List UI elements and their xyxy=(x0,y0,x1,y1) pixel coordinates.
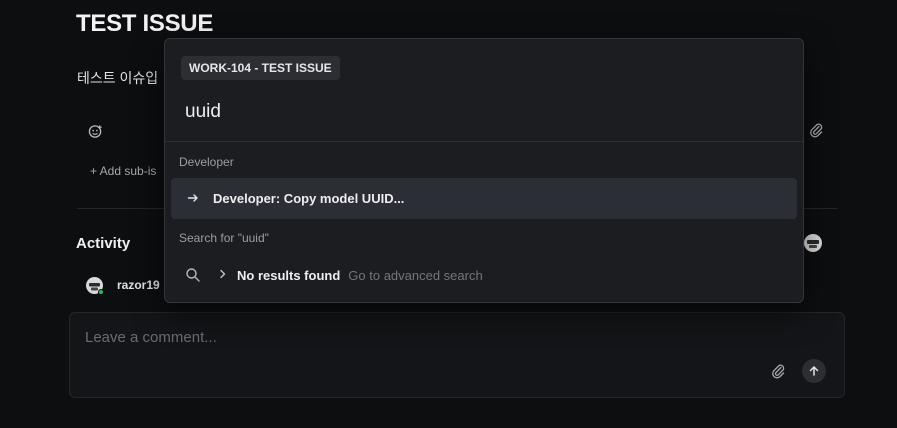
context-chip: WORK-104 - TEST ISSUE xyxy=(181,56,340,80)
palette-divider xyxy=(165,141,803,142)
add-reaction-button[interactable] xyxy=(86,122,104,140)
paperclip-icon[interactable] xyxy=(770,363,786,379)
chevron-right-icon xyxy=(219,268,231,282)
advanced-search-row[interactable]: No results found Go to advanced search xyxy=(185,265,483,285)
send-comment-button[interactable] xyxy=(802,359,826,383)
comment-input[interactable] xyxy=(85,329,685,346)
search-icon xyxy=(186,268,200,282)
arrow-right-icon xyxy=(187,191,205,207)
advanced-search-link[interactable]: Go to advanced search xyxy=(348,268,482,283)
paperclip-icon[interactable] xyxy=(808,122,824,138)
activity-username[interactable]: razor19 xyxy=(117,278,160,292)
search-for-label: Search for "uuid" xyxy=(179,231,269,245)
comment-box xyxy=(69,312,845,398)
activity-heading: Activity xyxy=(76,235,131,252)
command-item-label: Developer: Copy model UUID... xyxy=(213,191,405,206)
online-status-indicator xyxy=(98,288,104,295)
command-palette: WORK-104 - TEST ISSUE Developer Develope… xyxy=(164,38,804,303)
arrow-up-icon xyxy=(809,366,819,376)
command-item-copy-model-uuid[interactable]: Developer: Copy model UUID... xyxy=(171,178,797,219)
command-search-input[interactable] xyxy=(185,99,745,125)
issue-description[interactable]: 테스트 이슈입 xyxy=(77,68,158,88)
group-label-developer: Developer xyxy=(179,155,234,169)
avatar[interactable] xyxy=(86,276,104,295)
avatar-icon[interactable] xyxy=(804,234,822,252)
emoji-icon xyxy=(88,124,102,138)
no-results-text: No results found xyxy=(237,267,341,283)
issue-title: TEST ISSUE xyxy=(76,10,214,37)
add-sub-issue-button[interactable]: + Add sub-is xyxy=(90,164,156,178)
activity-item: razor19 xyxy=(86,276,160,295)
